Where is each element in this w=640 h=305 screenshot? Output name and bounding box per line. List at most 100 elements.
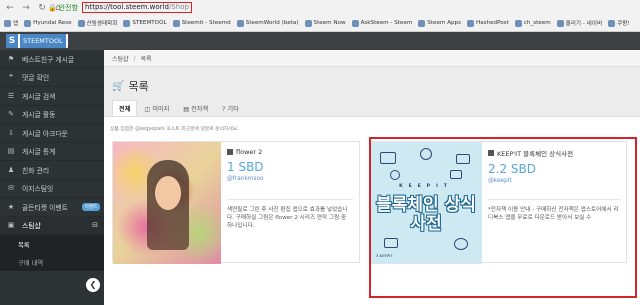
download-icon: ⇩ [8,128,14,137]
bookmark[interactable]: AskSteem - Steem [351,19,413,27]
pencil-icon: ✎ [8,110,14,119]
sidebar-item-friend-manage[interactable]: ♟ 친화 관리 [0,161,104,180]
image-type-icon [227,149,233,155]
sidebar-item-label: 이지스팀잇 [22,185,54,194]
sidebar-item-post-download[interactable]: ⇩ 게시글 아크다운 [0,124,104,143]
brand-text: STEEMTOOL [20,34,66,48]
breadcrumb: 스팀샵 / 목록 [104,50,640,67]
url-path: /Shop [168,3,189,11]
browser-chrome: ← → ↻ ⌂ 🔒 안전함 https://tool.steem.world/S… [0,0,640,32]
bookmark-icon [77,19,85,27]
product-title-text: flower 2 [236,148,263,156]
filter-tabs: 전체 ◫ 이미지 ▤ 전자책 ? 기타 [112,100,246,117]
sidebar-item-label: 골든티켓 이벤트 [22,203,68,212]
chart-icon: ▤ [7,147,15,156]
product-author[interactable]: @frankmsoo [227,176,353,182]
sidebar-item-best-friends[interactable]: ⚑ 베스트친구 게시글 [0,50,104,69]
tab-all[interactable]: 전체 [112,100,138,117]
sidebar-item-label: 게시글 검색 [22,92,56,101]
security-label: 안전함 [58,3,79,12]
bookmark-icon [608,19,616,27]
users-icon: ♟ [7,165,15,174]
flag-icon: ⚑ [7,54,15,63]
bookmark-label: Steem Apps [427,20,461,26]
sidebar-item-label: 게시글 아크다운 [22,129,68,138]
back-button[interactable]: ← [4,2,16,14]
listing-note: 상품 입점은 @segyepark 포스트 최근글에 댓글로 문의하세요. [110,127,239,132]
bookmark-label: ch_steem [523,20,551,26]
bookmark-label: 올리기 - 네이버 [565,21,603,27]
url-field[interactable]: https://tool.steem.world/Shop [82,2,192,13]
url-host: https://tool.steem.world [85,3,169,11]
bookmark-label: 쿠팡! [617,21,630,27]
sidebar-item-comments[interactable]: ❝ 댓글 확인 [0,69,104,87]
product-image-flower[interactable] [113,142,221,264]
bookmark[interactable]: Steem Now [304,19,346,27]
tab-etc[interactable]: ? 기타 [215,100,246,117]
event-badge: 이벤트 [81,202,100,211]
bookmark-icon [466,19,474,27]
sidebar: ⚑ 베스트친구 게시글 ❝ 댓글 확인 ☰ 게시글 검색 ✎ 게시글 활동 ⇩ 게시글 아… [0,50,104,305]
bookmark-icon [123,19,131,27]
bookmark[interactable]: 쿠팡! [608,19,630,27]
sidebar-item-label: 댓글 확인 [22,74,50,83]
cart-icon: 🛒 [112,80,125,92]
bookmark[interactable]: STEEMTOOL [123,19,167,27]
bookmark-label: SteemWorld (beta) [245,20,299,26]
sidebar-item-golden-ticket[interactable]: ★ 골든티켓 이벤트 이벤트 [0,198,104,217]
address-bar[interactable]: 🔒 안전함 https://tool.steem.world/Shop [48,2,192,13]
bookmark[interactable]: 올리기 - 네이버 [556,19,603,27]
sidebar-item-label: 게시글 활동 [22,111,56,120]
bookmark-label: Hyundai Rese [33,20,72,26]
sidebar-collapse-icon[interactable]: ❮ [86,278,100,292]
app-header: S STEEMTOOL [0,32,640,50]
bookmark-icon [418,19,426,27]
product-card[interactable]: flower 2 1 SBD @frankmsoo 색연필로 그린 후 사진 편… [112,141,360,264]
sidebar-item-steemshop[interactable]: ▣ 스팀샵 ⊟ [0,216,104,235]
bookmark[interactable]: Hyundai Rese [24,19,72,27]
product-title[interactable]: flower 2 [227,148,353,156]
apps-icon [4,19,11,27]
sidebar-subitem-list[interactable]: 목록 [0,235,104,253]
list-icon: ☰ [7,91,15,100]
sidebar-item-post-activity[interactable]: ✎ 게시글 활동 [0,106,104,124]
sidebar-item-post-stats[interactable]: ▤ 게시글 통계 [0,143,104,161]
divider [227,199,353,200]
bookmark-label: Steemit - Steemd [181,20,231,26]
bookmark-icon [351,19,359,27]
breadcrumb-root[interactable]: 스팀샵 [112,54,129,63]
bookmark[interactable]: 산림생태학회 [77,19,117,27]
breadcrumb-current: 목록 [140,55,152,63]
bookmark[interactable]: SteemWorld (beta) [236,19,299,27]
bookmark[interactable]: Steem Apps [418,19,461,27]
sidebar-subitem-purchases[interactable]: 구매 내역 [0,253,104,271]
collapse-toggle-icon[interactable]: ⊟ [92,221,98,229]
brand-letter: S [6,34,18,48]
bookmark[interactable]: ch_steem [514,19,551,27]
sidebar-item-label: 게시글 통계 [22,148,56,157]
bookmarks-bar: 앱 Hyundai Rese 산림생태학회 STEEMTOOL Steemit … [0,15,640,31]
bookmark-icon [556,19,564,27]
forward-button[interactable]: → [20,2,32,14]
highlight-box [369,137,637,298]
brand-logo[interactable]: S STEEMTOOL [6,34,68,48]
quote-icon: ❝ [9,73,13,82]
bookmark[interactable]: 앱 [4,19,18,27]
page-title-text: 목록 [128,80,149,93]
shop-icon: ▣ [7,221,15,230]
reload-button[interactable]: ↻ [36,2,48,14]
sidebar-item-easysteemit[interactable]: ✉ 이지스팀잇 [0,180,104,198]
sidebar-item-label: 베스트친구 게시글 [22,55,75,64]
breadcrumb-separator: / [133,54,136,62]
tab-images[interactable]: ◫ 이미지 [137,100,176,117]
bookmark-label: AskSteem - Steem [360,20,413,26]
tab-ebooks[interactable]: ▤ 전자책 [176,100,215,117]
lock-icon: 🔒 [48,3,57,12]
bookmark[interactable]: Steemit - Steemd [172,19,231,27]
product-price: 1 SBD [227,160,264,174]
bookmark-icon [514,19,522,27]
sidebar-item-post-search[interactable]: ☰ 게시글 검색 [0,87,104,106]
star-icon: ★ [7,202,15,211]
page-title: 🛒 목록 [112,78,149,94]
bookmark[interactable]: HashedPost [466,19,509,27]
